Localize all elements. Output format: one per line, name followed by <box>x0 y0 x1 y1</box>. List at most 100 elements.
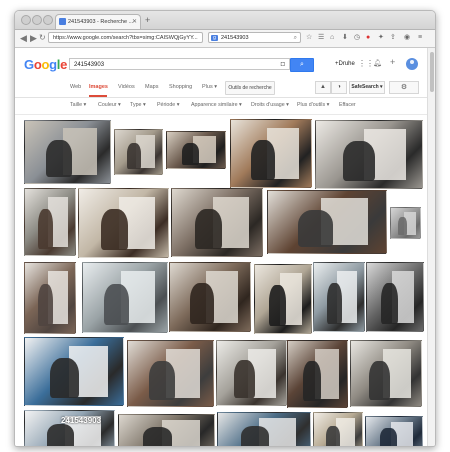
tool-more[interactable]: Plus d'outils ▾ <box>297 102 329 108</box>
image-result[interactable] <box>365 416 423 446</box>
vertical-scrollbar[interactable] <box>427 48 435 446</box>
user-name-link[interactable]: +Druhe <box>335 61 355 67</box>
image-result[interactable] <box>230 119 312 188</box>
browser-tab[interactable]: 241543903 - Recherche ... ✕ <box>55 14 141 29</box>
person-silhouette <box>104 284 129 325</box>
image-result[interactable] <box>82 262 168 333</box>
tool-type[interactable]: Type ▾ <box>130 102 146 108</box>
google-images-page: Google 241543903 ◘ ⌕ +Druhe ⋮⋮ 🔔︎ + Web … <box>15 48 427 446</box>
image-result[interactable] <box>217 412 311 446</box>
tab-images[interactable]: Images <box>89 84 108 90</box>
image-result[interactable] <box>390 207 421 239</box>
url-field[interactable]: https://www.google.com/search?tbs=simg:C… <box>48 32 203 43</box>
image-result[interactable] <box>315 120 423 189</box>
image-result[interactable] <box>313 412 363 446</box>
view-toggle-user-icon[interactable]: ▲ <box>315 81 331 94</box>
notifications-bell-icon[interactable]: 🔔︎ <box>373 60 382 68</box>
person-silhouette <box>398 217 407 235</box>
image-result[interactable] <box>114 129 163 175</box>
image-result[interactable] <box>127 340 214 407</box>
tab-videos[interactable]: Vidéos <box>118 84 135 90</box>
person-silhouette <box>241 426 269 446</box>
tab-web[interactable]: Web <box>70 84 81 90</box>
scrollbar-thumb[interactable] <box>430 52 434 92</box>
reading-list-icon[interactable]: ☰ <box>318 34 324 42</box>
extension-icon[interactable]: ✦ <box>378 34 384 42</box>
person-silhouette <box>343 141 375 181</box>
zoom-window-button[interactable] <box>43 15 53 25</box>
image-result[interactable] <box>216 340 287 406</box>
tab-shopping[interactable]: Shopping <box>169 84 192 90</box>
image-result[interactable] <box>254 264 312 334</box>
image-result[interactable] <box>169 262 251 332</box>
tool-size[interactable]: Taille ▾ <box>70 102 86 108</box>
search-icon[interactable]: ⌕ <box>294 33 297 44</box>
tool-time[interactable]: Période ▾ <box>157 102 179 108</box>
image-result[interactable] <box>24 262 76 334</box>
tool-clear[interactable]: Effacer <box>339 102 356 108</box>
tab-maps[interactable]: Maps <box>145 84 158 90</box>
person-silhouette <box>127 143 141 169</box>
image-result[interactable] <box>267 190 387 254</box>
view-toggle-options-icon[interactable]: ◑ <box>331 81 347 94</box>
image-result[interactable] <box>287 340 348 408</box>
google-favicon-icon <box>59 18 66 25</box>
image-results-grid: 241543903 <box>15 116 427 446</box>
browser-window: 241543903 - Recherche ... ✕ + ◀ ▶ ↻ http… <box>14 10 436 447</box>
search-nav-tabs: Web Images Vidéos Maps Shopping Plus ▾ O… <box>15 78 427 98</box>
tool-usage-rights[interactable]: Droits d'usage ▾ <box>251 102 289 108</box>
person-silhouette <box>190 283 214 324</box>
new-tab-icon[interactable]: + <box>145 15 150 25</box>
person-silhouette <box>251 140 275 180</box>
image-result[interactable] <box>118 414 215 446</box>
person-silhouette <box>380 428 397 446</box>
image-result[interactable] <box>366 262 424 332</box>
image-result[interactable] <box>166 131 226 169</box>
image-result[interactable] <box>171 188 263 257</box>
image-result[interactable] <box>78 188 169 258</box>
image-result[interactable] <box>313 262 365 332</box>
active-tab-indicator <box>89 95 107 97</box>
search-tools-bar: Taille ▾ Couleur ▾ Type ▾ Période ▾ Appa… <box>15 98 427 115</box>
person-silhouette <box>298 210 333 247</box>
search-input[interactable]: 241543903 ◘ <box>69 58 290 70</box>
person-silhouette <box>149 361 175 400</box>
image-result[interactable] <box>350 340 422 407</box>
minimize-window-button[interactable] <box>32 15 42 25</box>
person-silhouette <box>234 360 255 398</box>
safesearch-button[interactable]: SafeSearch ▾ <box>349 81 385 94</box>
tool-similar[interactable]: Apparence similaire ▾ <box>191 102 242 108</box>
avatar[interactable] <box>406 58 418 70</box>
download-icon[interactable]: ⬇ <box>342 34 348 42</box>
google-logo[interactable]: Google <box>24 57 67 72</box>
star-icon[interactable]: ☆ <box>306 34 312 42</box>
adblock-icon[interactable]: ● <box>366 34 370 42</box>
history-icon[interactable]: ◷ <box>354 34 360 42</box>
image-result[interactable] <box>24 120 111 184</box>
search-query: 241543903 <box>74 62 105 68</box>
search-button[interactable]: ⌕ <box>290 58 314 72</box>
tool-color[interactable]: Couleur ▾ <box>98 102 121 108</box>
image-result[interactable] <box>24 337 124 406</box>
person-silhouette <box>38 209 53 249</box>
share-icon[interactable]: ⇪ <box>390 34 396 42</box>
forward-icon[interactable]: ▶ <box>30 32 37 44</box>
search-icon: ⌕ <box>300 61 304 68</box>
browser-search-field[interactable]: g 241543903 ⌕ <box>208 32 301 43</box>
person-silhouette <box>327 283 342 324</box>
menu-icon[interactable]: ≡ <box>418 34 422 42</box>
share-plus-icon[interactable]: + <box>390 58 395 67</box>
reload-icon[interactable]: ↻ <box>39 32 46 44</box>
back-icon[interactable]: ◀ <box>20 32 27 44</box>
image-result[interactable] <box>24 188 76 256</box>
profile-icon[interactable]: ◉ <box>404 34 410 42</box>
camera-icon[interactable]: ◘ <box>281 59 285 71</box>
search-tools-button[interactable]: Outils de recherche <box>225 81 275 95</box>
apps-grid-icon[interactable]: ⋮⋮ <box>358 60 374 68</box>
tab-more[interactable]: Plus ▾ <box>202 84 217 90</box>
close-tab-icon[interactable]: ✕ <box>132 15 137 29</box>
gear-icon[interactable]: ⚙ <box>389 81 419 94</box>
close-window-button[interactable] <box>21 15 31 25</box>
home-icon[interactable]: ⌂ <box>330 34 334 42</box>
google-search-engine-icon: g <box>211 35 218 41</box>
